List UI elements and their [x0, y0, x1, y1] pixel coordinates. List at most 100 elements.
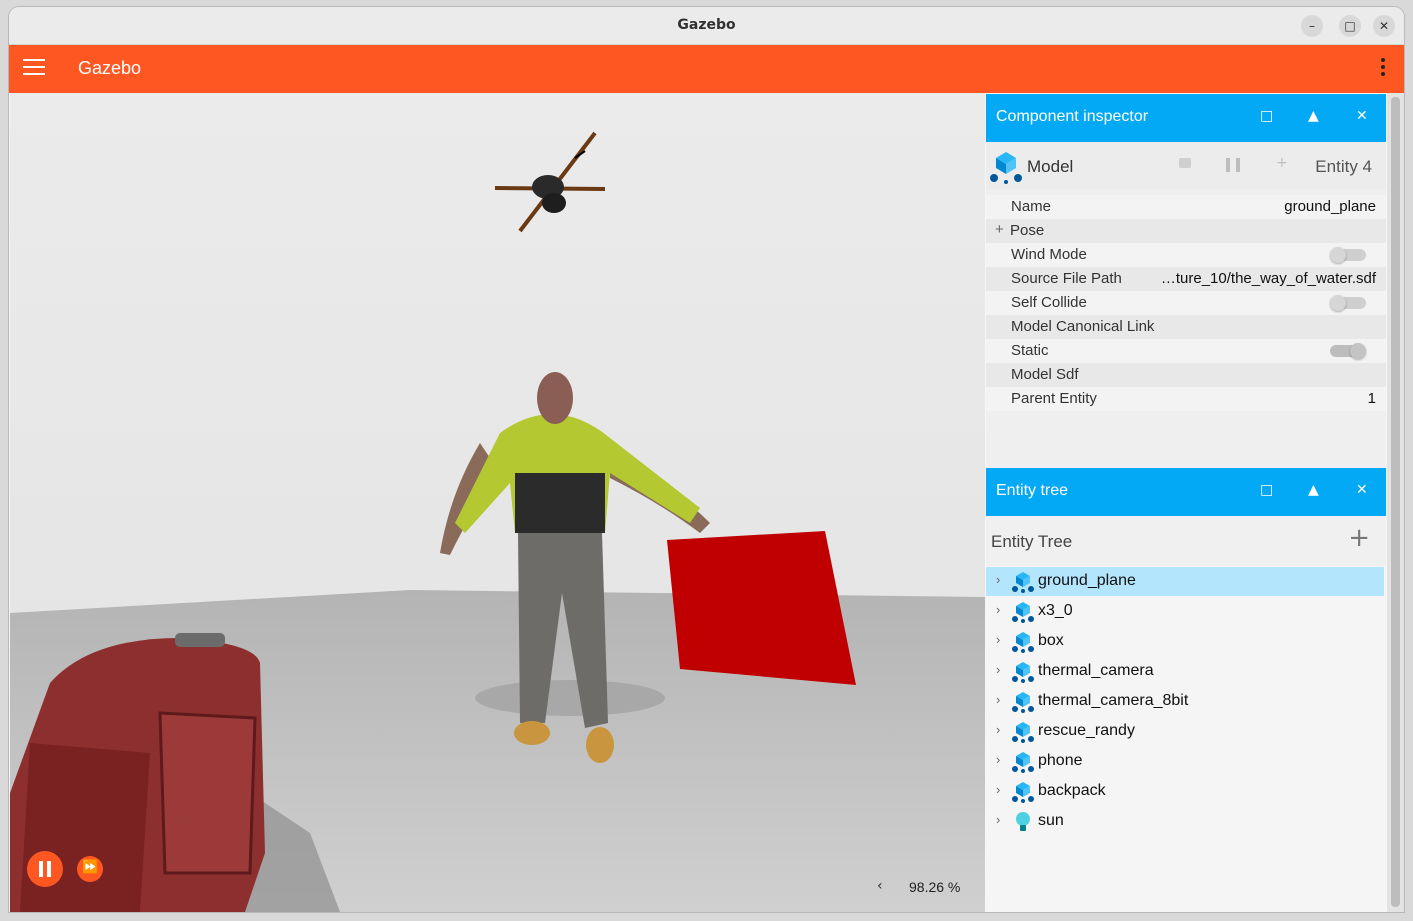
name-label: Name: [1011, 198, 1052, 215]
close-window-button[interactable]: ✕: [1373, 15, 1395, 37]
model-icon: [1012, 571, 1034, 593]
tree-item-label: x3_0: [1038, 602, 1073, 619]
model-icon: [1012, 721, 1034, 743]
add-entity-icon[interactable]: +: [1348, 525, 1370, 551]
tree-item-label: thermal_camera: [1038, 662, 1154, 679]
tree-item-label: phone: [1038, 752, 1083, 769]
source-file-value: …ture_10/the_way_of_water.sdf: [1160, 270, 1376, 287]
entity-tree-panel: Entity tree □ ▲ ✕ Entity Tree + › ground_…: [986, 468, 1386, 912]
expand-chevron-icon[interactable]: ›: [996, 782, 1000, 797]
step-button[interactable]: ⏩: [77, 856, 103, 882]
app-toolbar: Gazebo: [9, 45, 1404, 93]
model-icon: [1012, 781, 1034, 803]
rtf-collapse-icon[interactable]: ‹: [877, 878, 883, 894]
self-collide-label: Self Collide: [1011, 294, 1087, 311]
canonical-link-label: Model Canonical Link: [1011, 318, 1155, 335]
pose-row[interactable]: + Pose: [986, 219, 1386, 243]
entity-tree-header: Entity tree □ ▲ ✕: [986, 468, 1386, 516]
inspector-type-label: Model: [1027, 157, 1074, 176]
tree-item-label: rescue_randy: [1038, 722, 1135, 739]
tree-item-rescue-randy[interactable]: › rescue_randy: [986, 717, 1384, 746]
self-collide-toggle[interactable]: [1330, 295, 1366, 311]
component-inspector-header: Component inspector □ ▲ ✕: [986, 94, 1386, 142]
expand-chevron-icon[interactable]: ›: [996, 722, 1000, 737]
parent-entity-row: Parent Entity 1: [986, 387, 1386, 411]
window-titlebar[interactable]: Gazebo – □ ✕: [9, 7, 1404, 45]
tree-item-thermal-camera-8bit[interactable]: › thermal_camera_8bit: [986, 687, 1384, 716]
model-icon: [1012, 691, 1034, 713]
tree-item-label: sun: [1038, 812, 1064, 829]
light-bulb-icon: [1012, 811, 1034, 833]
wind-mode-row: Wind Mode: [986, 243, 1386, 267]
pause-button[interactable]: [27, 851, 63, 887]
source-file-label: Source File Path: [1011, 270, 1122, 287]
model-icon: [1012, 601, 1034, 623]
static-row: Static: [986, 339, 1386, 363]
expand-chevron-icon[interactable]: ›: [996, 602, 1000, 617]
scrollbar-thumb[interactable]: [1391, 97, 1400, 907]
canonical-link-row: Model Canonical Link: [986, 315, 1386, 339]
expand-chevron-icon[interactable]: ›: [996, 692, 1000, 707]
maximize-button[interactable]: □: [1339, 15, 1361, 37]
tree-item-x3-0[interactable]: › x3_0: [986, 597, 1384, 626]
tree-item-backpack[interactable]: › backpack: [986, 777, 1384, 806]
3d-viewport[interactable]: ‹ 98.26 % ⏩: [10, 93, 985, 912]
collapse-panel-icon[interactable]: ▲: [1308, 482, 1319, 498]
pause-updates-icon[interactable]: [1226, 158, 1230, 172]
entity-tree-list: › ground_plane › x3_0 › box › thermal_camera › th…: [986, 567, 1386, 912]
window-title: Gazebo: [677, 17, 736, 33]
model-icon: [1012, 631, 1034, 653]
expand-chevron-icon[interactable]: ›: [996, 572, 1000, 587]
collapse-panel-icon[interactable]: ▲: [1308, 108, 1319, 124]
tree-item-label: ground_plane: [1038, 572, 1136, 589]
fast-forward-icon: ⏩: [82, 860, 99, 875]
add-component-icon[interactable]: +: [1276, 155, 1288, 171]
entity-id-label: Entity 4: [1315, 157, 1372, 176]
parent-entity-value: 1: [1367, 390, 1376, 407]
real-time-factor: 98.26 %: [909, 879, 961, 895]
expand-chevron-icon[interactable]: ›: [996, 812, 1000, 827]
expand-chevron-icon[interactable]: ›: [996, 662, 1000, 677]
model-sdf-label: Model Sdf: [1011, 366, 1079, 383]
tree-item-box[interactable]: › box: [986, 627, 1384, 656]
maximize-panel-icon[interactable]: □: [1260, 482, 1273, 498]
lock-icon[interactable]: [1179, 158, 1191, 168]
source-file-row: Source File Path …ture_10/the_way_of_wat…: [986, 267, 1386, 291]
right-scrollbar[interactable]: [1387, 93, 1404, 912]
expand-pose-icon[interactable]: +: [995, 221, 1004, 238]
tree-item-sun[interactable]: › sun: [986, 807, 1384, 836]
tree-item-thermal-camera[interactable]: › thermal_camera: [986, 657, 1384, 686]
more-options-icon[interactable]: [1380, 58, 1386, 79]
expand-chevron-icon[interactable]: ›: [996, 632, 1000, 647]
model-icon: [990, 152, 1022, 184]
minimize-button[interactable]: –: [1301, 15, 1323, 37]
entity-tree-subheader: Entity Tree +: [986, 516, 1386, 566]
model-icon: [1012, 751, 1034, 773]
close-panel-icon[interactable]: ✕: [1356, 108, 1368, 124]
component-inspector-title: Component inspector: [996, 108, 1149, 125]
close-panel-icon[interactable]: ✕: [1356, 482, 1368, 498]
name-row: Name ground_plane: [986, 195, 1386, 219]
model-sdf-row: Model Sdf: [986, 363, 1386, 387]
pose-label: Pose: [1010, 222, 1045, 239]
parent-entity-label: Parent Entity: [1011, 390, 1097, 407]
hamburger-menu-icon[interactable]: [23, 59, 45, 79]
wind-mode-toggle[interactable]: [1330, 247, 1366, 263]
tree-item-label: backpack: [1038, 782, 1106, 799]
tree-item-ground-plane[interactable]: › ground_plane: [986, 567, 1384, 596]
wind-mode-label: Wind Mode: [1011, 246, 1087, 263]
static-label: Static: [1011, 342, 1049, 359]
entity-tree-heading: Entity Tree: [991, 532, 1073, 551]
static-toggle[interactable]: [1330, 343, 1366, 359]
inspector-type-row: Model + Entity 4: [986, 142, 1386, 190]
model-icon: [1012, 661, 1034, 683]
maximize-panel-icon[interactable]: □: [1260, 108, 1273, 124]
pause-icon: [39, 861, 43, 877]
tree-item-phone[interactable]: › phone: [986, 747, 1384, 776]
tree-item-label: box: [1038, 632, 1064, 649]
expand-chevron-icon[interactable]: ›: [996, 752, 1000, 767]
red-box-model[interactable]: [667, 531, 856, 685]
name-value: ground_plane: [1284, 198, 1376, 215]
entity-tree-title: Entity tree: [996, 482, 1069, 499]
tree-item-label: thermal_camera_8bit: [1038, 692, 1189, 709]
